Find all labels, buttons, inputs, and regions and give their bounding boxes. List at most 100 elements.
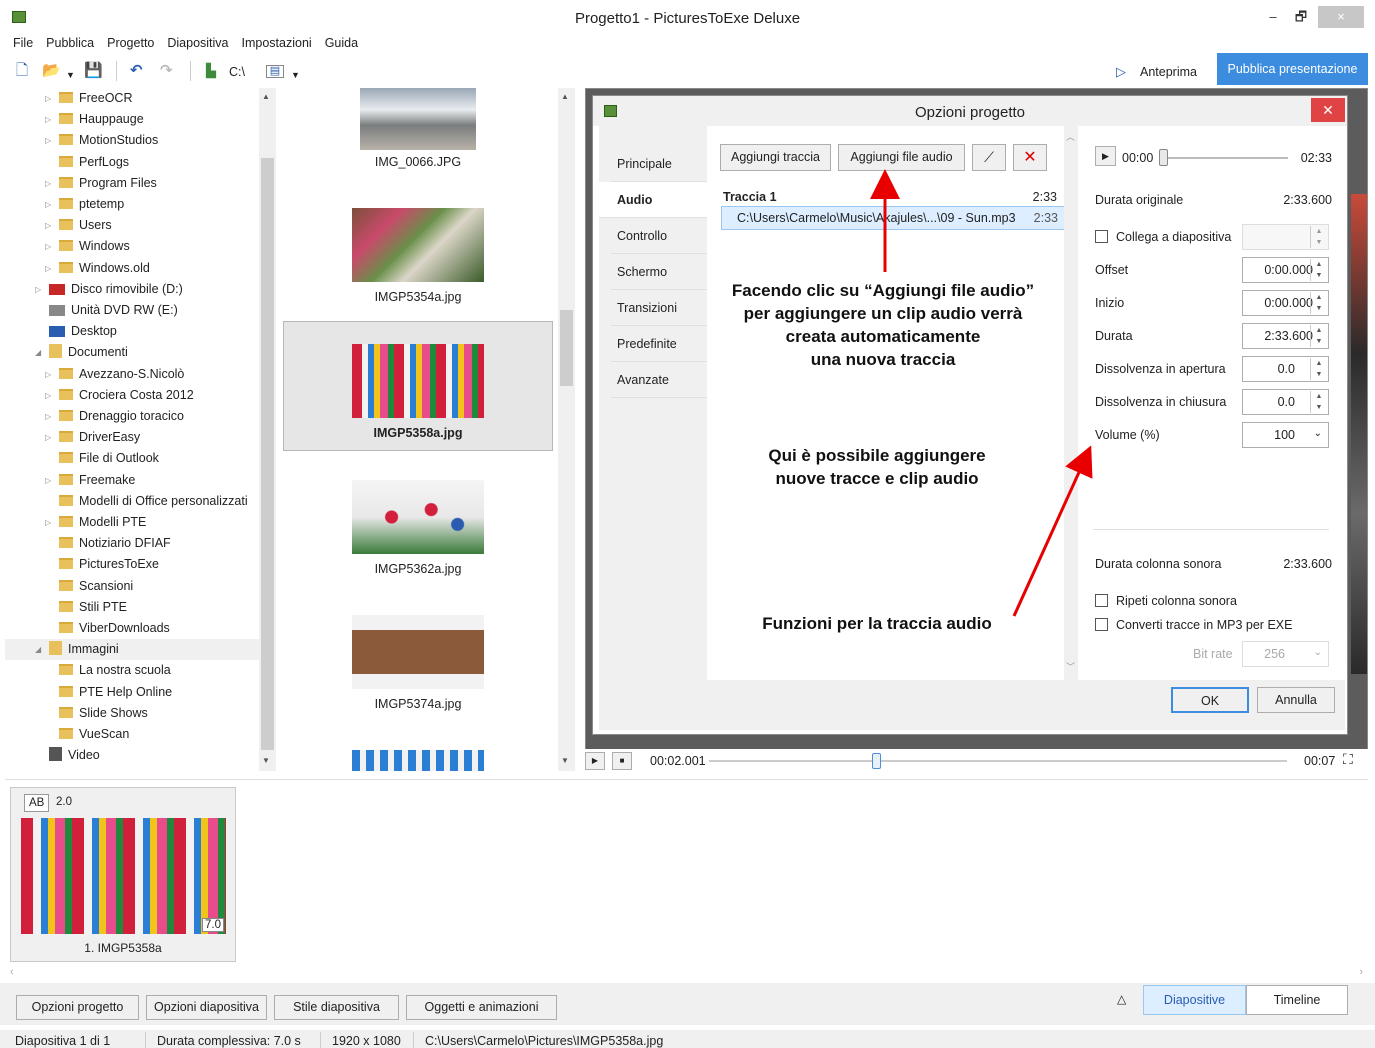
preview-button[interactable]: Anteprima [1140, 64, 1197, 80]
clip-seek-handle[interactable] [1159, 149, 1168, 166]
publish-button[interactable]: Pubblica presentazione [1217, 53, 1368, 85]
spin-arrows-icon[interactable]: ▲ ▼ [1310, 292, 1327, 314]
scroll-down-icon[interactable]: ﹀ [1066, 660, 1075, 673]
project-options-button[interactable]: Opzioni progetto [16, 995, 139, 1020]
expand-arrow-icon[interactable]: ▷ [45, 364, 51, 385]
scroll-down-icon[interactable]: ▼ [561, 756, 569, 765]
edit-wand-icon[interactable]: ⟋ [972, 144, 1006, 171]
thumbnail-item[interactable]: IMG_0066.JPG [283, 88, 553, 169]
checkbox-icon[interactable] [1095, 230, 1108, 243]
tree-item[interactable]: Desktop [49, 321, 260, 342]
volume-select[interactable]: 100 ⌄ [1242, 422, 1329, 448]
view-mode-icon[interactable]: ▤ [266, 65, 284, 78]
expand-arrow-icon[interactable]: ▷ [45, 406, 51, 427]
tree-scrollbar[interactable]: ▲ ▼ [259, 88, 276, 771]
expand-arrow-icon[interactable]: ▷ [45, 385, 51, 406]
stop-button[interactable]: ■ [612, 752, 632, 770]
ok-button[interactable]: OK [1171, 687, 1249, 713]
link-to-slide-checkbox[interactable]: Collega a diapositiva [1095, 230, 1231, 244]
tab-principale[interactable]: Principale [611, 146, 707, 182]
scroll-left-icon[interactable]: ‹ [10, 966, 14, 978]
thumbnail-item-selected[interactable]: IMGP5358a.jpg [283, 321, 553, 451]
scroll-down-icon[interactable]: ▼ [262, 756, 270, 765]
undo-icon[interactable]: ↶ [130, 63, 143, 79]
expand-arrow-icon[interactable]: ▷ [45, 470, 51, 491]
thumbnail-item[interactable]: IMGP5354a.jpg [283, 208, 553, 308]
thumbnail-item[interactable] [283, 750, 553, 771]
tree-item[interactable]: ▷ DriverEasy [45, 427, 260, 448]
offset-input[interactable]: 0:00.000 ▲ ▼ [1242, 257, 1329, 283]
scroll-up-icon[interactable]: ▲ [262, 92, 270, 101]
tree-item[interactable]: Notiziario DFIAF [59, 533, 260, 554]
tree-item[interactable]: ▷ MotionStudios [45, 130, 260, 151]
tree-item[interactable]: ◢ Documenti [35, 342, 260, 363]
spin-arrows-icon[interactable]: ▲ ▼ [1310, 226, 1327, 248]
track-header[interactable]: Traccia 1 2:33 [723, 190, 1057, 204]
clip-seek-slider[interactable] [1162, 157, 1288, 159]
chevron-down-icon[interactable]: ⌄ [1314, 647, 1322, 658]
expand-arrow-icon[interactable]: ▷ [45, 236, 51, 257]
restore-button[interactable]: 🗗 [1290, 6, 1312, 28]
tree-item[interactable]: ▷ Program Files [45, 173, 260, 194]
thumbnail-scrollbar[interactable]: ▲ ▼ [558, 88, 575, 771]
fade-out-input[interactable]: 0.0 ▲ ▼ [1242, 389, 1329, 415]
repeat-soundtrack-checkbox[interactable]: Ripeti colonna sonora [1095, 594, 1237, 608]
tree-item[interactable]: File di Outlook [59, 448, 260, 469]
tree-item[interactable]: PicturesToExe [59, 554, 260, 575]
scroll-up-icon[interactable]: ▲ [561, 92, 569, 101]
drive-icon[interactable]: ▙ [206, 63, 216, 79]
slide-style-button[interactable]: Stile diapositiva [274, 995, 399, 1020]
transition-badge[interactable]: AB [24, 794, 50, 812]
preview-icon[interactable]: ▷ [1116, 64, 1126, 80]
scroll-thumb[interactable] [261, 158, 274, 750]
tree-item[interactable]: PerfLogs [59, 152, 260, 173]
expand-arrow-icon[interactable]: ▷ [45, 173, 51, 194]
thumbnail-item[interactable]: IMGP5374a.jpg [283, 615, 553, 715]
tree-item[interactable]: Unità DVD RW (E:) [49, 300, 260, 321]
spin-arrows-icon[interactable]: ▲ ▼ [1310, 325, 1327, 347]
thumbnail-item[interactable]: IMGP5362a.jpg [283, 480, 553, 580]
chevron-down-icon[interactable]: ⌄ [1314, 428, 1322, 439]
spin-arrows-icon[interactable]: ▲ ▼ [1310, 358, 1327, 380]
minimize-button[interactable]: – [1262, 6, 1284, 28]
scroll-right-icon[interactable]: › [1359, 966, 1363, 978]
expand-arrow-icon[interactable]: ▷ [45, 512, 51, 533]
menu-impostazioni[interactable]: Impostazioni [229, 34, 312, 52]
expand-arrow-icon[interactable]: ▷ [45, 130, 51, 151]
collapse-arrow-icon[interactable]: ◢ [35, 639, 41, 660]
tab-avanzate[interactable]: Avanzate [611, 362, 707, 398]
menu-guida[interactable]: Guida [312, 34, 358, 52]
drive-label[interactable]: C:\ [229, 64, 245, 80]
menu-pubblica[interactable]: Pubblica [33, 34, 94, 52]
fullscreen-icon[interactable]: ⛶ [1343, 751, 1353, 768]
delete-icon[interactable]: ✕ [1013, 144, 1047, 171]
tree-item[interactable]: ▷ Modelli PTE [45, 512, 260, 533]
redo-icon[interactable]: ↷ [160, 63, 173, 79]
tree-item[interactable]: ▷ Freemake [45, 470, 260, 491]
menu-file[interactable]: File [0, 34, 33, 52]
slides-view-button[interactable]: Diapositive [1143, 985, 1246, 1015]
tab-transizioni[interactable]: Transizioni [611, 290, 707, 326]
add-track-button[interactable]: Aggiungi traccia [720, 144, 831, 171]
tree-item[interactable]: VueScan [59, 724, 260, 745]
tree-item[interactable]: Modelli di Office personalizzati [59, 491, 260, 512]
tree-item[interactable]: ▷ FreeOCR [45, 88, 260, 109]
durata-input[interactable]: 2:33.600 ▲ ▼ [1242, 323, 1329, 349]
tab-audio[interactable]: Audio [599, 182, 707, 218]
link-to-slide-input[interactable]: ▲ ▼ [1242, 224, 1329, 250]
checkbox-icon[interactable] [1095, 618, 1108, 631]
tab-controllo[interactable]: Controllo [611, 218, 707, 254]
tree-item[interactable]: Stili PTE [59, 597, 260, 618]
add-audio-file-button[interactable]: Aggiungi file audio [838, 144, 965, 171]
tree-item[interactable]: ▷ Disco rimovibile (D:) [35, 279, 260, 300]
tree-item[interactable]: ▷ Windows.old [45, 258, 260, 279]
tree-item[interactable]: PTE Help Online [59, 682, 260, 703]
playback-handle[interactable] [872, 753, 881, 769]
playback-slider[interactable] [709, 760, 1287, 762]
collapse-arrow-icon[interactable]: ◢ [35, 342, 41, 363]
view-mode-dropdown-icon[interactable]: ▼ [291, 67, 300, 83]
expand-arrow-icon[interactable]: ▷ [45, 194, 51, 215]
tree-item[interactable]: ▷ Users [45, 215, 260, 236]
menu-progetto[interactable]: Progetto [94, 34, 154, 52]
inizio-input[interactable]: 0:00.000 ▲ ▼ [1242, 290, 1329, 316]
